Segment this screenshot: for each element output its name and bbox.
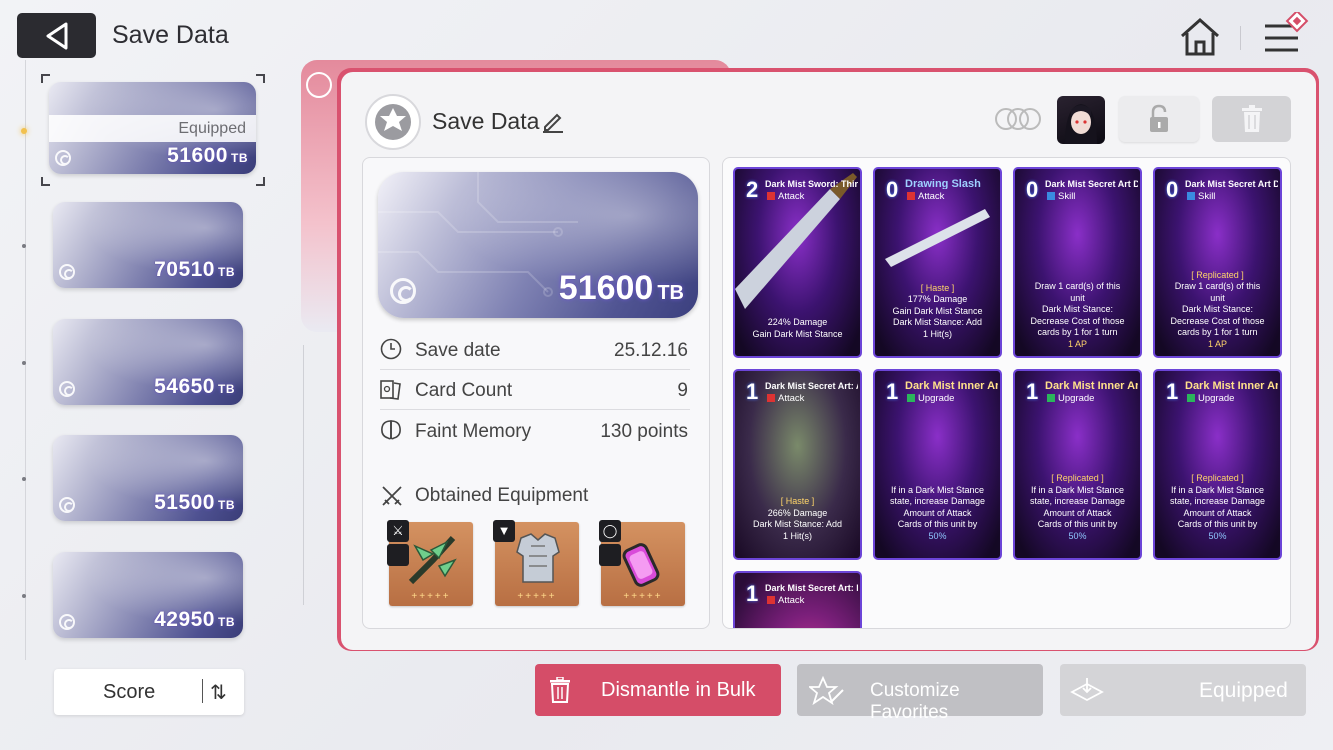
skill-card[interactable]: 0 Dark Mist Secret Art Destruction Skill… bbox=[1153, 167, 1282, 358]
clock-icon bbox=[380, 338, 402, 360]
skill-card[interactable]: 0 Drawing Slash Attack [ Haste ] 177% Dam… bbox=[873, 167, 1002, 358]
customize-favorites-button[interactable]: Customize Favorites bbox=[797, 664, 1043, 723]
timeline-dot bbox=[22, 361, 26, 365]
spiral-icon bbox=[55, 150, 71, 166]
header-divider bbox=[1240, 26, 1241, 50]
star-edit-icon bbox=[809, 676, 844, 706]
menu-button[interactable] bbox=[1262, 9, 1314, 56]
cards-icon bbox=[380, 380, 401, 400]
skill-card[interactable]: 1 Dark Mist Secret Art: Annihilation Att… bbox=[733, 369, 862, 560]
brain-icon bbox=[381, 420, 401, 440]
ring-tag-icon: ◯ bbox=[599, 520, 621, 542]
timeline-dot bbox=[22, 594, 26, 598]
crossed-swords-icon bbox=[382, 486, 402, 506]
star-badge-icon bbox=[365, 94, 421, 150]
dismantle-bulk-button[interactable]: Dismantle in Bulk bbox=[535, 664, 781, 716]
timeline-dot bbox=[22, 244, 26, 248]
favorites-label: Customize Favorites bbox=[870, 680, 960, 723]
spiral-tag-icon bbox=[599, 544, 621, 566]
decoration-line bbox=[303, 345, 304, 605]
save-list-item[interactable]: 54650 TB bbox=[53, 319, 243, 405]
spiral-icon bbox=[59, 497, 75, 513]
save-list-item[interactable]: 51500 TB bbox=[53, 435, 243, 521]
brain-icon bbox=[306, 72, 332, 98]
tb-value: 54650 TB bbox=[154, 375, 235, 398]
cards-panel: 2 Dark Mist Sword: Third Form Attack 224… bbox=[722, 157, 1291, 629]
home-button[interactable] bbox=[1178, 16, 1222, 58]
equipment-heading: Obtained Equipment bbox=[380, 483, 680, 509]
spiral-icon bbox=[59, 381, 75, 397]
save-banner: 51600 TB bbox=[378, 172, 698, 318]
spiral-icon bbox=[59, 264, 75, 280]
skill-card[interactable]: 1 Dark Mist Secret Art: Black Dance Atta… bbox=[733, 571, 862, 628]
equipment-weapon[interactable]: ⚔ +++++ bbox=[387, 520, 473, 606]
skill-card[interactable]: 2 Dark Mist Sword: Third Form Attack 224… bbox=[733, 167, 862, 358]
tb-value: 70510 TB bbox=[154, 258, 235, 281]
timeline-dot bbox=[22, 477, 26, 481]
tb-value: 51600 TB bbox=[167, 144, 248, 167]
save-list-item[interactable]: 70510 TB bbox=[53, 202, 243, 288]
equipment-accessory[interactable]: ◯ +++++ bbox=[599, 520, 685, 606]
menu-icon bbox=[1265, 9, 1309, 52]
sort-label: Score bbox=[103, 681, 156, 703]
equipped-button[interactable]: Equipped bbox=[1060, 664, 1306, 716]
trash-icon bbox=[1241, 105, 1262, 132]
character-avatar[interactable] bbox=[1057, 96, 1105, 144]
back-button[interactable] bbox=[17, 13, 96, 58]
edit-icon[interactable] bbox=[541, 109, 565, 133]
detail-title: Save Data bbox=[432, 108, 540, 134]
armor-tag-icon: ▼ bbox=[493, 520, 515, 542]
unlock-icon bbox=[1150, 104, 1168, 132]
home-icon bbox=[1181, 17, 1219, 56]
page-title: Save Data bbox=[112, 21, 229, 49]
info-row-card-count: Card Count 9 bbox=[380, 370, 690, 410]
back-arrow-icon bbox=[46, 22, 67, 49]
spiral-icon bbox=[59, 614, 75, 630]
skill-card[interactable]: 1 Dark Mist Inner Art Upgrade [ Replicat… bbox=[1013, 369, 1142, 560]
skill-card[interactable]: 1 Dark Mist Inner Art Upgrade If in a Da… bbox=[873, 369, 1002, 560]
save-list-item[interactable]: 42950 TB bbox=[53, 552, 243, 638]
sort-divider bbox=[202, 679, 203, 703]
timeline-line bbox=[25, 60, 26, 660]
sort-button[interactable]: Score ⇅ bbox=[54, 669, 244, 715]
equipment-armor[interactable]: ▼ +++++ bbox=[493, 520, 579, 606]
sort-order-icon[interactable]: ⇅ bbox=[210, 680, 227, 705]
timeline-current-dot bbox=[21, 128, 27, 134]
info-row-faint-memory: Faint Memory 130 points bbox=[380, 411, 690, 451]
tb-value: 51500 TB bbox=[154, 491, 235, 514]
spiral-icon bbox=[390, 278, 416, 304]
trash-icon bbox=[550, 677, 570, 703]
save-list-item[interactable]: Equipped 51600 TB bbox=[49, 82, 256, 174]
skill-card[interactable]: 0 Dark Mist Secret Art Destruction Skill… bbox=[1013, 167, 1142, 358]
delete-button[interactable] bbox=[1212, 96, 1291, 142]
equipped-label: Equipped bbox=[49, 115, 256, 142]
rings-icon bbox=[993, 107, 1043, 131]
dismantle-label: Dismantle in Bulk bbox=[601, 679, 756, 701]
equipped-label: Equipped bbox=[1199, 679, 1288, 702]
lock-button[interactable] bbox=[1119, 96, 1199, 142]
tb-value: 42950 TB bbox=[154, 608, 235, 631]
info-row-save-date: Save date 25.12.16 bbox=[380, 330, 690, 370]
equip-icon bbox=[1070, 678, 1104, 702]
banner-tb-value: 51600 TB bbox=[558, 269, 684, 307]
skill-card[interactable]: 1 Dark Mist Inner Art Upgrade [ Replicat… bbox=[1153, 369, 1282, 560]
